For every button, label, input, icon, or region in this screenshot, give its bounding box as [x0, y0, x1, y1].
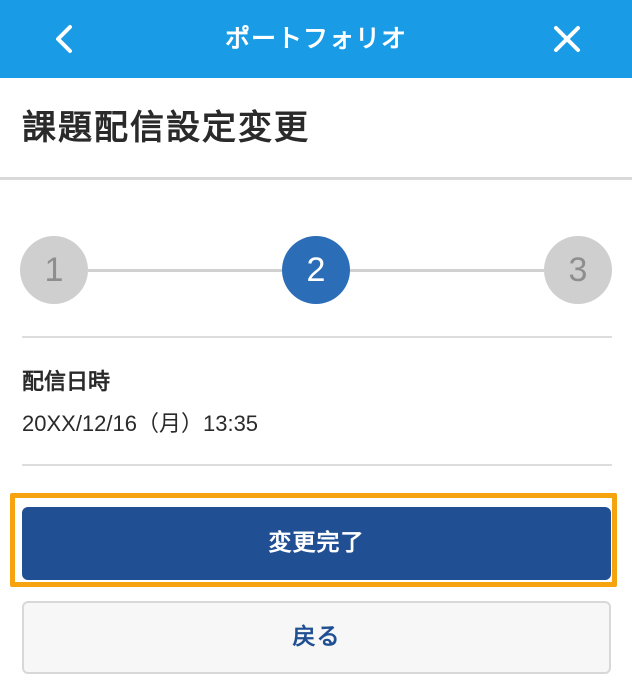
close-button[interactable]	[547, 19, 587, 59]
back-action-button[interactable]: 戻る	[22, 601, 611, 674]
page-title: 課題配信設定変更	[22, 108, 310, 148]
step-1: 1	[20, 236, 88, 304]
delivery-datetime-label: 配信日時	[22, 370, 111, 395]
section-divider	[22, 464, 612, 466]
complete-change-button[interactable]: 変更完了	[22, 507, 611, 580]
step-2-current: 2	[282, 236, 350, 304]
step-3: 3	[544, 236, 612, 304]
title-divider	[0, 177, 632, 180]
app-header: ポートフォリオ	[0, 0, 632, 78]
progress-stepper: 1 2 3	[0, 236, 632, 304]
header-title: ポートフォリオ	[224, 24, 407, 53]
close-icon	[554, 26, 580, 52]
step-connector	[350, 269, 544, 272]
section-divider	[22, 336, 612, 338]
delivery-datetime-value: 20XX/12/16（月）13:35	[22, 411, 259, 436]
step-connector	[88, 269, 282, 272]
